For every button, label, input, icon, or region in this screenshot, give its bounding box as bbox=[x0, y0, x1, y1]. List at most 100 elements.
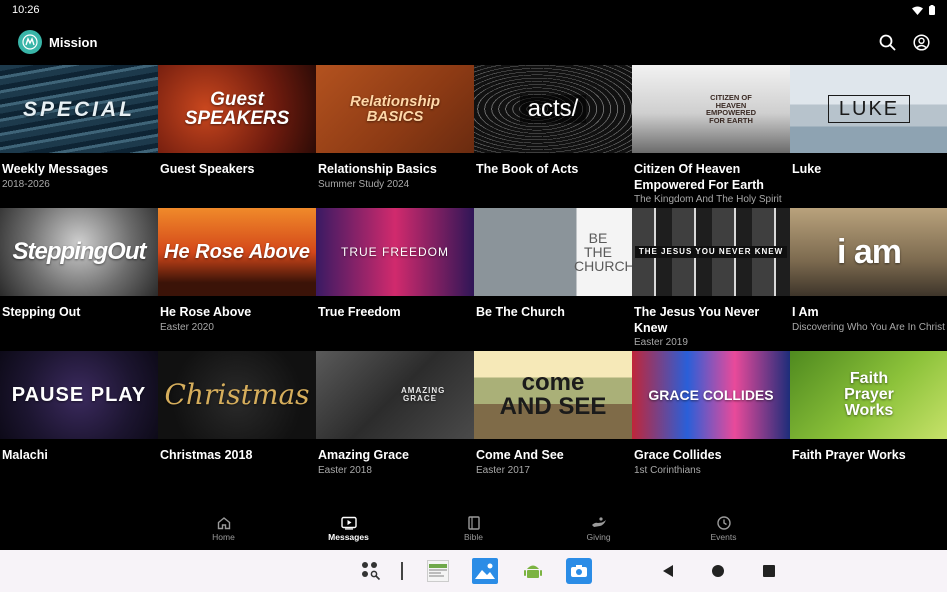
series-subtitle: Easter 2019 bbox=[634, 337, 688, 349]
nav-label: Giving bbox=[586, 532, 611, 542]
series-thumbnail: Relationship BASICS bbox=[316, 65, 474, 153]
series-thumbnail: CITIZEN OF HEAVEN EMPOWERED FOR EARTH bbox=[632, 65, 790, 153]
series-tile[interactable]: SteppingOut Stepping Out bbox=[0, 208, 158, 351]
series-thumbnail: i am bbox=[790, 208, 947, 296]
series-title: Guest Speakers bbox=[160, 162, 255, 176]
series-subtitle: 1st Corinthians bbox=[634, 464, 701, 476]
series-thumbnail: AMAZING GRACE bbox=[316, 351, 474, 439]
app-icon-1[interactable] bbox=[427, 560, 449, 582]
taskbar-divider bbox=[401, 562, 403, 580]
series-subtitle bbox=[316, 321, 474, 322]
series-tile[interactable]: come AND SEE Come And See Easter 2017 bbox=[474, 351, 632, 494]
series-title: Come And See bbox=[476, 448, 564, 462]
series-subtitle bbox=[790, 464, 947, 465]
series-tile[interactable]: AMAZING GRACE Amazing Grace Easter 2018 bbox=[316, 351, 474, 494]
nav-giving[interactable]: Giving bbox=[536, 508, 661, 550]
status-bar: 10:26 bbox=[0, 0, 947, 20]
series-tile[interactable]: SPECIAL Weekly Messages 2018-2026 bbox=[0, 65, 158, 208]
series-thumbnail: THE JESUS YOU NEVER KNEW bbox=[632, 208, 790, 296]
series-tile[interactable]: Faith Prayer Works Faith Prayer Works bbox=[790, 351, 947, 494]
series-subtitle: Easter 2020 bbox=[160, 321, 214, 333]
series-thumbnail: Guest SPEAKERS bbox=[158, 65, 316, 153]
series-thumbnail: Faith Prayer Works bbox=[790, 351, 947, 439]
series-subtitle bbox=[474, 321, 632, 322]
series-tile[interactable]: BE THE CHURCH Be The Church bbox=[474, 208, 632, 351]
nav-label: Home bbox=[212, 532, 235, 542]
series-title: I Am bbox=[792, 305, 819, 319]
series-subtitle bbox=[0, 464, 158, 465]
series-thumbnail: GRACE COLLIDES bbox=[632, 351, 790, 439]
home-button-icon[interactable] bbox=[710, 563, 726, 579]
status-time: 10:26 bbox=[12, 4, 40, 16]
series-thumbnail: TRUE FREEDOM bbox=[316, 208, 474, 296]
series-title: True Freedom bbox=[318, 305, 401, 319]
mission-logo-icon[interactable] bbox=[18, 30, 42, 54]
series-tile[interactable]: GRACE COLLIDES Grace Collides 1st Corint… bbox=[632, 351, 790, 494]
book-icon bbox=[467, 516, 480, 530]
nav-label: Messages bbox=[328, 532, 369, 542]
series-subtitle: Discovering Who You Are In Christ bbox=[792, 321, 945, 333]
series-thumbnail: SPECIAL bbox=[0, 65, 158, 153]
series-thumbnail: He Rose Above bbox=[158, 208, 316, 296]
series-grid: SPECIAL Weekly Messages 2018-2026 Guest … bbox=[0, 65, 947, 494]
series-subtitle bbox=[0, 321, 158, 322]
gallery-app-icon[interactable] bbox=[472, 558, 498, 584]
series-title: Faith Prayer Works bbox=[792, 448, 906, 462]
app-drawer-search-icon[interactable] bbox=[360, 560, 382, 582]
nav-label: Events bbox=[710, 532, 737, 542]
series-subtitle bbox=[790, 178, 947, 179]
series-title: Malachi bbox=[2, 448, 48, 462]
bottom-nav: Home Messages Bible Giving Events bbox=[0, 508, 947, 550]
series-thumbnail: BE THE CHURCH bbox=[474, 208, 632, 296]
giving-icon bbox=[591, 517, 606, 527]
series-subtitle: Summer Study 2024 bbox=[318, 178, 410, 190]
system-nav-bar bbox=[0, 550, 947, 592]
nav-home[interactable]: Home bbox=[161, 508, 286, 550]
series-subtitle bbox=[474, 178, 632, 179]
series-tile[interactable]: i am I Am Discovering Who You Are In Chr… bbox=[790, 208, 947, 351]
wifi-icon bbox=[912, 6, 923, 15]
app-title: Mission bbox=[49, 34, 98, 50]
series-tile[interactable]: LUKE Luke bbox=[790, 65, 947, 208]
series-subtitle bbox=[158, 178, 316, 179]
series-title: The Jesus You Never Knew bbox=[634, 305, 760, 335]
android-app-icon[interactable] bbox=[522, 560, 544, 582]
series-tile[interactable]: CITIZEN OF HEAVEN EMPOWERED FOR EARTH Ci… bbox=[632, 65, 790, 208]
series-title: Be The Church bbox=[476, 305, 565, 319]
series-tile[interactable]: THE JESUS YOU NEVER KNEW The Jesus You N… bbox=[632, 208, 790, 351]
account-icon[interactable] bbox=[911, 32, 931, 52]
series-thumbnail: LUKE bbox=[790, 65, 947, 153]
clock-icon bbox=[716, 516, 731, 530]
series-tile[interactable]: Relationship BASICS Relationship Basics … bbox=[316, 65, 474, 208]
recents-icon[interactable] bbox=[761, 563, 777, 579]
series-tile[interactable]: TRUE FREEDOM True Freedom bbox=[316, 208, 474, 351]
series-thumbnail: PAUSE PLAY bbox=[0, 351, 158, 439]
series-tile[interactable]: Christmas Christmas 2018 bbox=[158, 351, 316, 494]
series-subtitle: 2018-2026 bbox=[2, 178, 50, 190]
app-bar: Mission bbox=[0, 22, 947, 62]
series-subtitle: Easter 2017 bbox=[476, 464, 530, 476]
play-icon bbox=[340, 516, 357, 530]
search-icon[interactable] bbox=[877, 32, 897, 52]
series-tile[interactable]: acts/ The Book of Acts bbox=[474, 65, 632, 208]
series-title: The Book of Acts bbox=[476, 162, 579, 176]
series-title: Citizen Of Heaven Empowered For Earth bbox=[634, 162, 764, 192]
series-tile[interactable]: He Rose Above He Rose Above Easter 2020 bbox=[158, 208, 316, 351]
series-title: Luke bbox=[792, 162, 822, 176]
series-title: Weekly Messages bbox=[2, 162, 109, 176]
series-thumbnail: come AND SEE bbox=[474, 351, 632, 439]
series-thumbnail: Christmas bbox=[158, 351, 316, 439]
series-tile[interactable]: PAUSE PLAY Malachi bbox=[0, 351, 158, 494]
camera-app-icon[interactable] bbox=[566, 558, 592, 584]
back-icon[interactable] bbox=[660, 563, 676, 579]
series-thumbnail: acts/ bbox=[474, 65, 632, 153]
series-subtitle: Easter 2018 bbox=[318, 464, 372, 476]
series-thumbnail: SteppingOut bbox=[0, 208, 158, 296]
nav-events[interactable]: Events bbox=[661, 508, 786, 550]
nav-messages[interactable]: Messages bbox=[286, 508, 411, 550]
battery-icon bbox=[929, 5, 935, 15]
series-tile[interactable]: Guest SPEAKERS Guest Speakers bbox=[158, 65, 316, 208]
series-title: Relationship Basics bbox=[318, 162, 437, 176]
nav-bible[interactable]: Bible bbox=[411, 508, 536, 550]
home-icon bbox=[217, 517, 230, 530]
